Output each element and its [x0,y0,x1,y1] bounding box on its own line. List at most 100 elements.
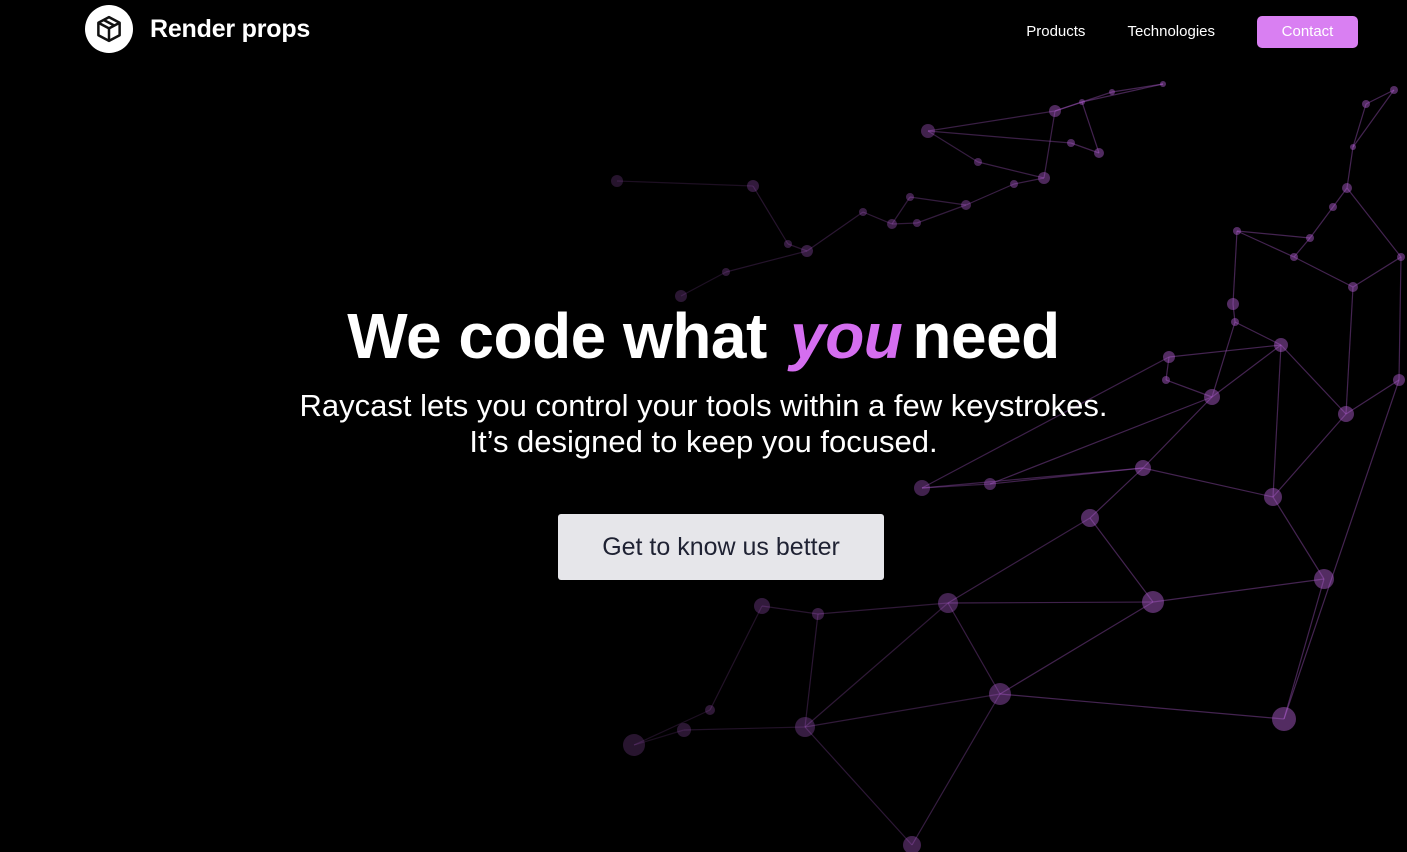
nav-link-technologies[interactable]: Technologies [1127,16,1215,48]
network-node [1362,100,1370,108]
network-node [859,208,867,216]
network-node [1079,99,1085,105]
network-node [1390,86,1398,94]
network-link [804,602,949,728]
network-link [1232,230,1238,305]
network-link [1272,496,1325,580]
hero-subtitle: Raycast lets you control your tools with… [0,388,1407,460]
network-link [1346,146,1354,189]
network-link [927,110,1056,132]
network-node [677,723,691,737]
network-link [947,517,1091,604]
network-link [999,693,1285,720]
network-node [611,175,623,187]
network-link [616,180,754,187]
network-link [1081,83,1164,103]
network-link [1089,517,1154,603]
network-node [747,180,759,192]
network-link [999,601,1154,695]
network-node [1038,172,1050,184]
network-node [938,593,958,613]
network-link [1346,187,1402,258]
network-link [1309,206,1334,239]
hero-title-accent: you [790,300,903,372]
get-to-know-us-button[interactable]: Get to know us better [558,514,884,580]
network-node [1264,488,1282,506]
network-node [623,734,645,756]
hero-title-start: We code what [347,300,785,372]
network-node [795,717,815,737]
network-node [989,683,1011,705]
brand-logo-link[interactable]: Render props [85,4,310,54]
network-link [989,467,1144,485]
network-node [906,193,914,201]
network-node [1290,253,1298,261]
network-link [1352,89,1395,148]
network-node [887,219,897,229]
nav-links: Products Technologies Contact [1026,16,1358,48]
network-node [1350,144,1356,150]
network-node [1306,234,1314,242]
hero-subtitle-line-2: It’s designed to keep you focused. [469,424,938,459]
network-node [812,608,824,620]
network-link [633,709,711,746]
network-link [911,693,1001,846]
nav-link-products[interactable]: Products [1026,16,1085,48]
network-link [947,602,1001,695]
network-link [804,726,913,846]
contact-button[interactable]: Contact [1257,16,1358,48]
network-nodes [611,81,1405,852]
network-node [1081,509,1099,527]
network-node [984,478,996,490]
network-node [914,480,930,496]
network-node [1329,203,1337,211]
network-link [752,185,789,245]
network-node [1142,591,1164,613]
hero-section: We code what you need Raycast lets you co… [0,300,1407,460]
network-node [1348,282,1358,292]
network-link [927,130,979,163]
network-node [1342,183,1352,193]
network-link [1142,467,1274,498]
network-link [965,183,1015,206]
network-node [722,268,730,276]
network-node [705,705,715,715]
network-node [1397,253,1405,261]
network-link [1236,230,1295,258]
network-node [754,598,770,614]
network-link [1081,101,1100,154]
network-node [1010,180,1018,188]
network-node [784,240,792,248]
network-node [1067,139,1075,147]
network-link [683,726,806,731]
network-link [1352,256,1402,288]
network-link [947,601,1154,604]
page: Render props Products Technologies Conta… [0,0,1407,852]
network-node [1094,148,1104,158]
network-link [1043,110,1056,179]
network-link [916,204,967,224]
network-node [1109,89,1115,95]
network-link [1111,83,1164,93]
network-link [977,161,1045,179]
network-link [1365,89,1395,105]
network-node [1049,105,1061,117]
network-node [974,158,982,166]
network-node [1233,227,1241,235]
network-link [1352,103,1367,148]
hero-subtitle-line-1: Raycast lets you control your tools with… [299,388,1108,423]
network-node [1272,707,1296,731]
network-link [680,271,727,297]
network-link [804,613,819,728]
cube-icon [85,5,133,53]
network-node [801,245,813,257]
network-link [1152,578,1325,603]
network-node [913,219,921,227]
network-link [806,211,864,252]
network-node [921,124,935,138]
network-link [1236,230,1311,239]
network-link [725,250,808,273]
network-link [909,196,967,206]
network-node [1135,460,1151,476]
network-link [709,605,763,711]
